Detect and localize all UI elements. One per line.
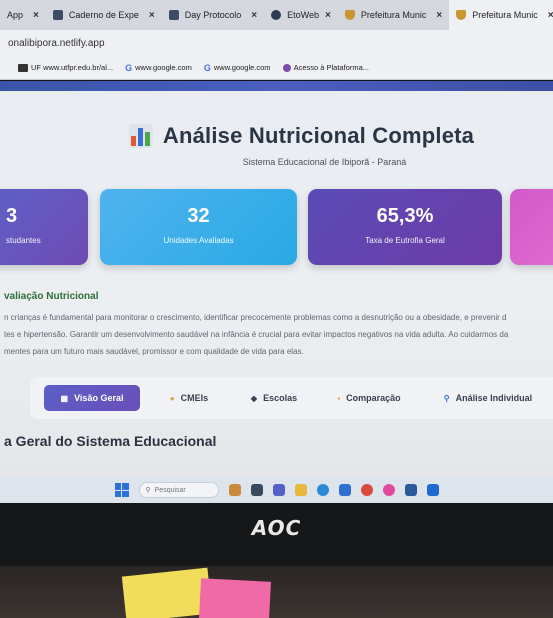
tab-label: CMEIs (180, 393, 209, 403)
page-subtitle: Sistema Educacional de Ibiporã - Paraná (242, 157, 407, 167)
search-placeholder: Pesquisar (154, 486, 186, 494)
browser-tab-bar: App × Caderno de Expe × Day Protocolo × … (0, 0, 553, 30)
browser-tab[interactable]: App × (0, 0, 46, 30)
stat-card-units: 32 Unidades Avaliadas (100, 189, 297, 265)
close-tab-icon[interactable]: × (436, 10, 442, 21)
browser-tab[interactable]: Prefeitura Munic × (338, 0, 449, 30)
google-icon: G (203, 62, 211, 73)
stat-label: Taxa de Eutrofia Geral (365, 236, 445, 245)
bookmark-label: Acesso à Plataforma... (293, 63, 370, 72)
tab-label: Visão Geral (74, 393, 124, 403)
google-icon: G (125, 62, 133, 73)
page-content: Análise Nutricional Completa Sistema Edu… (0, 91, 553, 477)
tab-analise-individual[interactable]: ⚲ Análise Individual (428, 385, 548, 411)
teams-icon[interactable] (272, 484, 285, 496)
building-icon: ● (169, 393, 175, 403)
page-title: Análise Nutricional Completa (162, 123, 475, 148)
paragraph-line: mentes para um futuro mais saudável, pro… (4, 347, 304, 356)
protocol-icon (168, 10, 179, 20)
tab-label: Escolas (263, 393, 298, 403)
bookmark-item[interactable]: G www.google.com (204, 63, 271, 73)
bookmark-label: UF www.utfpr.edu.br/al... (31, 63, 114, 72)
bookmark-item[interactable]: Acesso à Plataforma... (282, 63, 370, 72)
windows-start-icon[interactable] (114, 483, 129, 497)
section-title: valiação Nutricional (4, 291, 99, 302)
tab-label: Análise Individual (455, 393, 533, 403)
title-row: Análise Nutricional Completa (0, 123, 553, 149)
close-tab-icon[interactable]: × (548, 10, 553, 21)
crest-icon (456, 10, 467, 20)
tab-comparacao[interactable]: ▪ Comparação (320, 385, 418, 411)
overview-heading: a Geral do Sistema Educacional (4, 433, 217, 449)
chart-icon: ▦ (60, 393, 69, 403)
bookmark-item[interactable]: UF www.utfpr.edu.br/al... (18, 63, 113, 72)
paragraph-line: n crianças é fundamental para monitorar … (4, 313, 507, 322)
stat-card-eutrophy: 65,3% Taxa de Eutrofia Geral (308, 189, 502, 265)
tab-label: Day Protocolo (184, 10, 242, 20)
sticky-note (199, 578, 271, 618)
tab-cmeis[interactable]: ● CMEIs (150, 385, 228, 411)
browser-tab-active[interactable]: Prefeitura Munic × (449, 0, 553, 30)
browser-tab[interactable]: EtoWeb × (264, 0, 338, 30)
search-icon: ⚲ (443, 393, 450, 403)
stat-label: studantes (6, 236, 41, 245)
tab-overview[interactable]: ▦ Visão Geral (44, 385, 140, 411)
page-header-band (0, 81, 553, 91)
close-tab-icon[interactable]: × (325, 10, 331, 21)
address-bar[interactable]: onalibipora.netlify.app (0, 30, 553, 56)
close-tab-icon[interactable]: × (33, 10, 39, 21)
chrome-icon[interactable] (360, 484, 373, 496)
taskview-icon[interactable] (250, 484, 263, 496)
edge-icon[interactable] (316, 484, 329, 496)
folder-icon[interactable] (294, 484, 307, 496)
utfpr-icon (18, 63, 28, 72)
stat-value: 3 (6, 205, 18, 227)
tab-label: Prefeitura Munic (472, 10, 538, 20)
taskbar-search[interactable]: ⚲ Pesquisar (138, 482, 219, 498)
bookmark-label: www.google.com (135, 63, 192, 72)
store-icon[interactable] (338, 484, 351, 496)
search-icon: ⚲ (145, 487, 151, 494)
tab-label: EtoWeb (287, 10, 319, 20)
tab-label: Prefeitura Munic (360, 10, 427, 20)
windows-taskbar: ⚲ Pesquisar (0, 477, 553, 503)
tab-label: Caderno de Expe (68, 10, 139, 20)
globe-icon (271, 10, 282, 20)
bar-chart-icon (128, 124, 153, 148)
stat-value: 32 (187, 205, 210, 227)
tab-label: Comparação (346, 393, 401, 403)
paragraph-line: tes e hipertensão. Garantir um desenvolv… (4, 330, 509, 339)
section-paragraph: n crianças é fundamental para monitorar … (4, 309, 553, 360)
stat-label: Unidades Avaliadas (163, 236, 234, 245)
app-icon[interactable] (382, 484, 395, 496)
notebook-icon (52, 10, 63, 20)
tab-label: App (7, 10, 24, 20)
stat-card-partial (510, 189, 553, 265)
address-text[interactable]: onalibipora.netlify.app (8, 38, 105, 49)
bookmark-label: www.google.com (213, 63, 271, 72)
browser-tab[interactable]: Caderno de Expe × (46, 0, 162, 30)
compare-icon: ▪ (337, 393, 341, 403)
monitor-brand-logo: AOC (251, 516, 302, 540)
platform-icon (282, 63, 291, 72)
tab-escolas[interactable]: ◆ Escolas (238, 385, 310, 411)
widgets-icon[interactable] (228, 484, 241, 496)
stat-card-students: 3 studantes (0, 189, 88, 265)
school-icon: ◆ (250, 393, 258, 403)
nav-tabs: ▦ Visão Geral ● CMEIs ◆ Escolas ▪ Compar… (30, 377, 553, 419)
mail-icon[interactable] (404, 484, 417, 496)
close-tab-icon[interactable]: × (149, 10, 155, 21)
browser-tab[interactable]: Day Protocolo × (162, 0, 264, 30)
crest-icon (344, 10, 355, 20)
outlook-icon[interactable] (426, 484, 439, 496)
desk-area (0, 566, 553, 618)
stat-value: 65,3% (376, 205, 434, 227)
bookmark-item[interactable]: G www.google.com (125, 63, 192, 73)
bookmarks-bar: UF www.utfpr.edu.br/al... G www.google.c… (0, 56, 553, 80)
close-tab-icon[interactable]: × (251, 10, 257, 21)
